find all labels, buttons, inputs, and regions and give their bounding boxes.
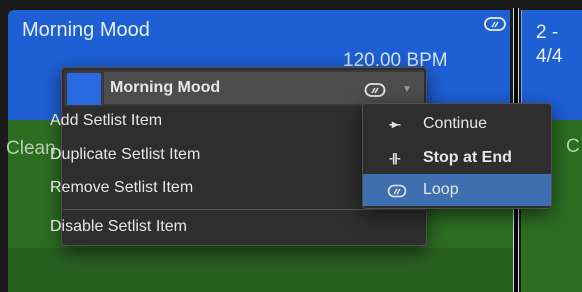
menu-item-duplicate-setlist-item[interactable]: Duplicate Setlist Item: [50, 146, 200, 164]
next-region-label: 2 - 4/4: [536, 21, 562, 69]
lower-region-label: Clean: [6, 138, 56, 159]
region-footer: [8, 248, 513, 292]
color-swatch[interactable]: [67, 73, 101, 105]
menu-header: Morning Mood ▼: [64, 70, 424, 106]
next-region-label-line1: 2 -: [536, 22, 559, 43]
submenu-item-label: Continue: [423, 115, 488, 132]
submenu-item-continue[interactable]: -▸- Continue: [363, 108, 551, 140]
menu-item-add-setlist-item[interactable]: Add Setlist Item: [50, 112, 162, 130]
next-region-label-line2: 4/4: [536, 46, 563, 67]
menu-header-title: Morning Mood: [110, 79, 221, 96]
submenu-item-stop-at-end[interactable]: -||- Stop at End: [363, 142, 551, 174]
loop-icon: [364, 83, 386, 97]
loop-icon: [484, 17, 506, 31]
continue-icon: -▸-: [389, 117, 401, 131]
end-behavior-submenu: -▸- Continue -||- Stop at End Loop: [362, 103, 552, 209]
submenu-item-label: Stop at End: [423, 149, 512, 166]
menu-item-disable-setlist-item[interactable]: Disable Setlist Item: [50, 218, 187, 236]
loop-icon: [387, 184, 407, 198]
menu-divider: [63, 209, 425, 210]
submenu-item-label: Loop: [423, 181, 459, 198]
lower-region-label-next: C: [566, 136, 580, 157]
chevron-down-icon[interactable]: ▼: [402, 84, 412, 95]
region-title: Morning Mood: [22, 19, 150, 41]
stop-at-end-icon: -||-: [389, 151, 401, 165]
submenu-item-loop[interactable]: Loop: [363, 174, 551, 206]
menu-item-remove-setlist-item[interactable]: Remove Setlist Item: [50, 179, 193, 197]
